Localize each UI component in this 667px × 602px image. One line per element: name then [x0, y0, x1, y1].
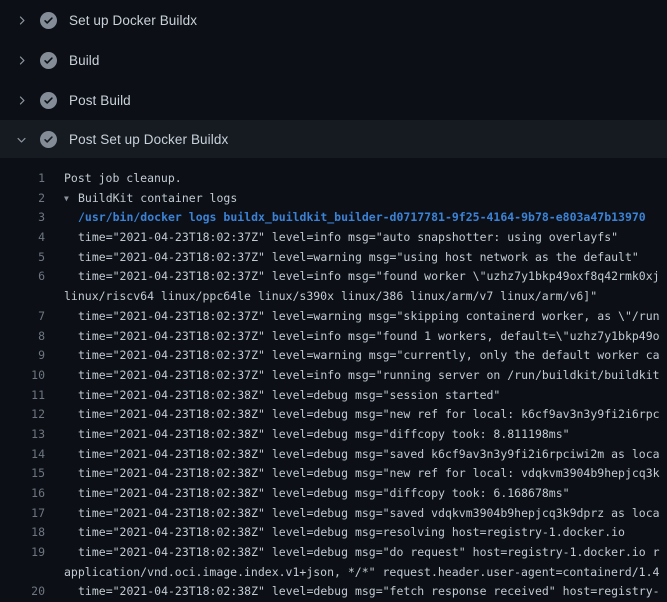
check-circle-icon [40, 92, 57, 109]
log-line-number[interactable]: 12 [0, 405, 45, 425]
step-row-post-set-up-docker-buildx[interactable]: Post Set up Docker Buildx [0, 120, 667, 158]
log-line: 17 time="2021-04-23T18:02:38Z" level=deb… [0, 504, 667, 524]
step-row-post-build[interactable]: Post Build [0, 80, 667, 120]
log-line: 8 time="2021-04-23T18:02:37Z" level=info… [0, 327, 667, 347]
log-line-number[interactable]: 15 [0, 464, 45, 484]
log-line: linux/riscv64 linux/ppc64le linux/s390x … [0, 287, 667, 307]
log-line-number[interactable]: 8 [0, 327, 45, 347]
chevron-right-icon [14, 53, 28, 67]
log-line-number[interactable]: 2 [0, 189, 45, 209]
log-line: 7 time="2021-04-23T18:02:37Z" level=warn… [0, 307, 667, 327]
log-line-text: time="2021-04-23T18:02:37Z" level=info m… [78, 267, 660, 287]
log-line-text: /usr/bin/docker logs buildx_buildkit_bui… [78, 208, 646, 228]
log-line-text: time="2021-04-23T18:02:38Z" level=debug … [78, 386, 500, 406]
log-line-number[interactable]: 10 [0, 366, 45, 386]
log-line-number[interactable]: 20 [0, 582, 45, 602]
log-line: 4 time="2021-04-23T18:02:37Z" level=info… [0, 228, 667, 248]
log-line: 3 /usr/bin/docker logs buildx_buildkit_b… [0, 208, 667, 228]
log-line-number[interactable] [0, 287, 45, 307]
log-line-number[interactable]: 7 [0, 307, 45, 327]
log-line-text: application/vnd.oci.image.index.v1+json,… [64, 563, 659, 583]
log-line: 12 time="2021-04-23T18:02:38Z" level=deb… [0, 405, 667, 425]
log-line-text: BuildKit container logs [78, 189, 237, 209]
log-line: 1 Post job cleanup. [0, 169, 667, 189]
chevron-right-icon [14, 13, 28, 27]
log-line-number[interactable]: 17 [0, 504, 45, 524]
step-title: Set up Docker Buildx [69, 13, 197, 28]
log-line: 20 time="2021-04-23T18:02:38Z" level=deb… [0, 582, 667, 602]
log-line-text: time="2021-04-23T18:02:37Z" level=info m… [78, 366, 660, 386]
log-line-text: time="2021-04-23T18:02:38Z" level=debug … [78, 504, 660, 524]
log-line-text: time="2021-04-23T18:02:37Z" level=warnin… [78, 307, 660, 327]
log-line-number[interactable]: 14 [0, 445, 45, 465]
log-line-text: time="2021-04-23T18:02:38Z" level=debug … [78, 464, 660, 484]
log-line-number[interactable]: 13 [0, 425, 45, 445]
log-line: 10 time="2021-04-23T18:02:37Z" level=inf… [0, 366, 667, 386]
log-line-number[interactable]: 19 [0, 543, 45, 563]
log-line-text: time="2021-04-23T18:02:38Z" level=debug … [78, 425, 570, 445]
log-area: 1 Post job cleanup. 2 ▼ BuildKit contain… [0, 158, 667, 602]
check-circle-icon [40, 52, 57, 69]
log-line: 6 time="2021-04-23T18:02:37Z" level=info… [0, 267, 667, 287]
log-line: 5 time="2021-04-23T18:02:37Z" level=warn… [0, 248, 667, 268]
log-line-number[interactable]: 16 [0, 484, 45, 504]
log-line-text: time="2021-04-23T18:02:38Z" level=debug … [78, 582, 660, 602]
steps-list: Set up Docker Buildx Build Post Build [0, 0, 667, 158]
log-line-number[interactable]: 3 [0, 208, 45, 228]
log-line-text: Post job cleanup. [64, 169, 182, 189]
log-line: 16 time="2021-04-23T18:02:38Z" level=deb… [0, 484, 667, 504]
chevron-right-icon [14, 93, 28, 107]
step-title: Post Set up Docker Buildx [69, 132, 228, 147]
log-line-number[interactable]: 18 [0, 523, 45, 543]
log-line-number[interactable]: 1 [0, 169, 45, 189]
log-line-number[interactable]: 9 [0, 346, 45, 366]
log-line-number[interactable]: 5 [0, 248, 45, 268]
check-circle-icon [40, 131, 57, 148]
log-line-text: time="2021-04-23T18:02:37Z" level=info m… [78, 228, 618, 248]
log-line-text: time="2021-04-23T18:02:38Z" level=debug … [78, 523, 625, 543]
log-line-text: time="2021-04-23T18:02:38Z" level=debug … [78, 445, 660, 465]
log-line: 15 time="2021-04-23T18:02:38Z" level=deb… [0, 464, 667, 484]
step-row-set-up-docker-buildx[interactable]: Set up Docker Buildx [0, 0, 667, 40]
log-line-number[interactable]: 6 [0, 267, 45, 287]
log-line: 9 time="2021-04-23T18:02:37Z" level=warn… [0, 346, 667, 366]
log-line-text: linux/riscv64 linux/ppc64le linux/s390x … [64, 287, 597, 307]
log-line-number[interactable] [0, 563, 45, 583]
log-line-text: time="2021-04-23T18:02:37Z" level=warnin… [78, 346, 660, 366]
step-title: Build [69, 53, 100, 68]
chevron-down-icon [14, 132, 28, 146]
log-line-number[interactable]: 11 [0, 386, 45, 406]
log-line-text: time="2021-04-23T18:02:38Z" level=debug … [78, 405, 660, 425]
step-row-build[interactable]: Build [0, 40, 667, 80]
log-line: 14 time="2021-04-23T18:02:38Z" level=deb… [0, 445, 667, 465]
log-line: application/vnd.oci.image.index.v1+json,… [0, 563, 667, 583]
log-line: 2 ▼ BuildKit container logs [0, 189, 667, 209]
log-line: 18 time="2021-04-23T18:02:38Z" level=deb… [0, 523, 667, 543]
log-line-text: time="2021-04-23T18:02:38Z" level=debug … [78, 484, 570, 504]
log-line-text: time="2021-04-23T18:02:37Z" level=info m… [78, 327, 660, 347]
group-collapse-caret-icon[interactable]: ▼ [64, 189, 78, 209]
log-line: 11 time="2021-04-23T18:02:38Z" level=deb… [0, 386, 667, 406]
step-title: Post Build [69, 93, 131, 108]
log-line: 19 time="2021-04-23T18:02:38Z" level=deb… [0, 543, 667, 563]
log-line-text: time="2021-04-23T18:02:37Z" level=warnin… [78, 248, 639, 268]
check-circle-icon [40, 12, 57, 29]
log-line-text: time="2021-04-23T18:02:38Z" level=debug … [78, 543, 660, 563]
log-line: 13 time="2021-04-23T18:02:38Z" level=deb… [0, 425, 667, 445]
log-line-number[interactable]: 4 [0, 228, 45, 248]
